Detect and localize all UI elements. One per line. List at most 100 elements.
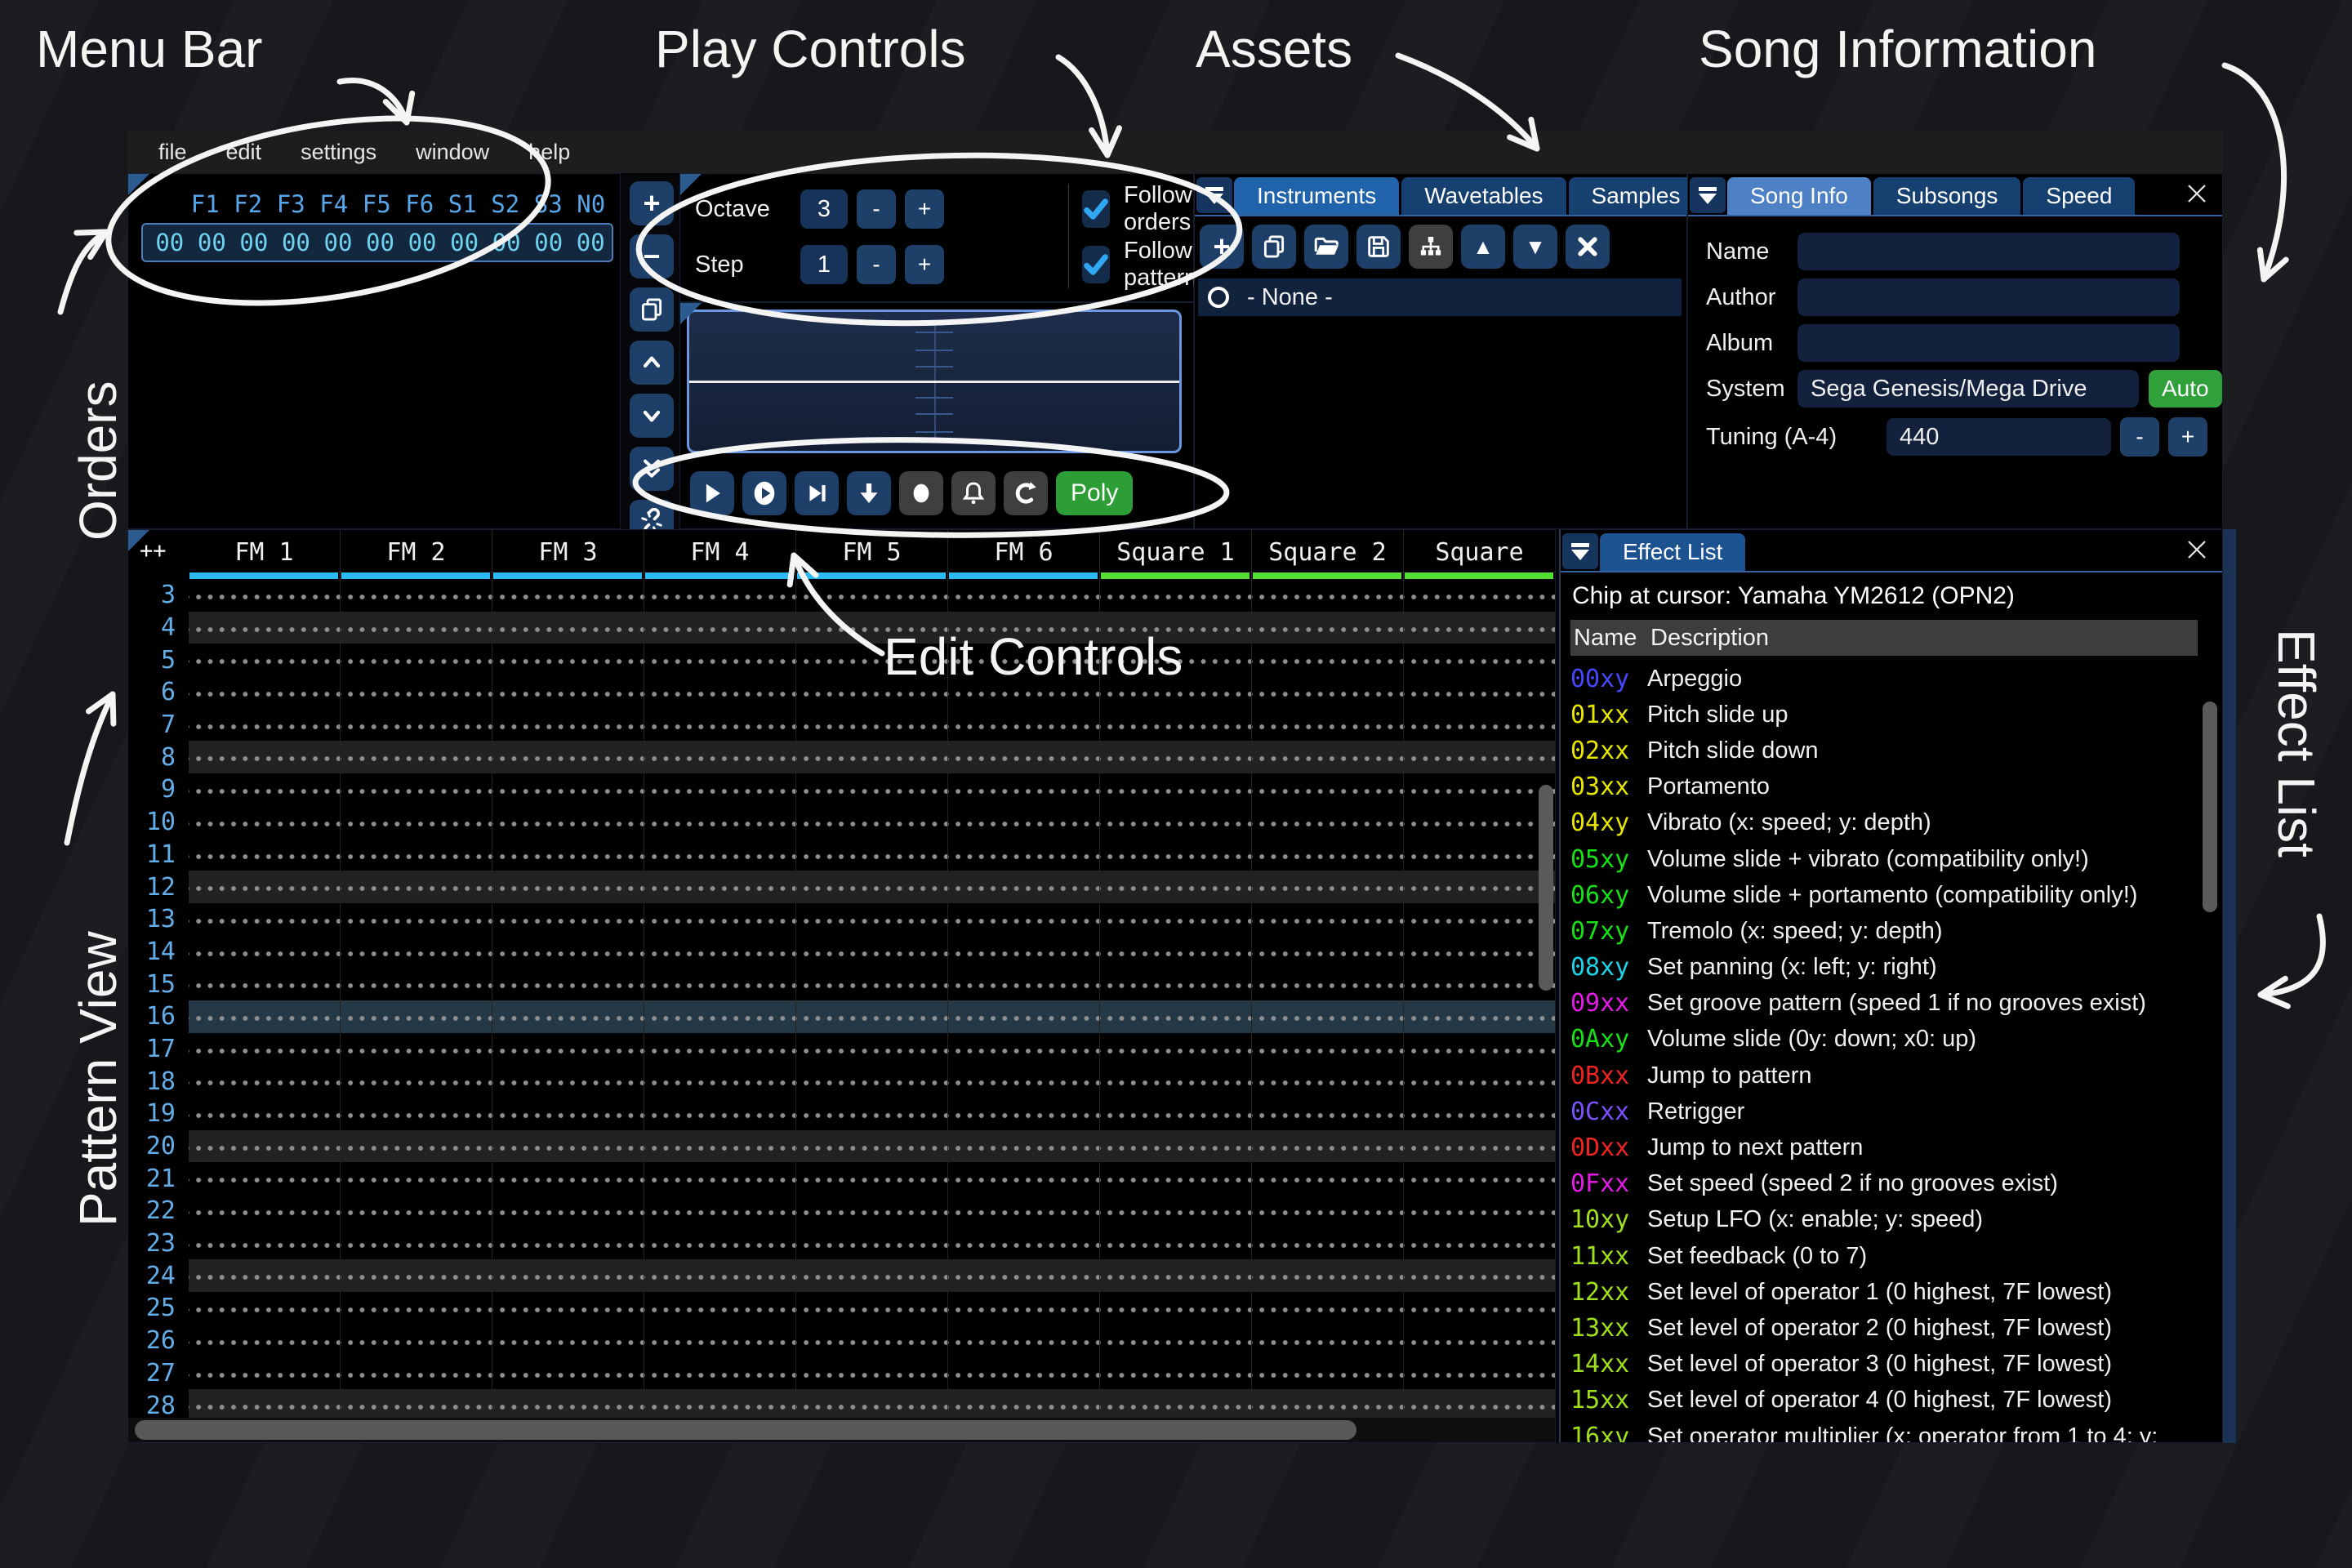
- pattern-cell[interactable]: [1252, 1033, 1404, 1066]
- pattern-cell[interactable]: [1100, 1389, 1252, 1422]
- pattern-cell[interactable]: [1100, 1227, 1252, 1260]
- pattern-cell[interactable]: [644, 644, 796, 676]
- pattern-cell[interactable]: [492, 709, 644, 742]
- pattern-cell[interactable]: [1100, 1130, 1252, 1163]
- pattern-cell[interactable]: [189, 936, 341, 969]
- pattern-cell[interactable]: [1100, 871, 1252, 903]
- pattern-cell[interactable]: [1404, 936, 1556, 969]
- pattern-cell[interactable]: [1252, 1357, 1404, 1390]
- pattern-cell[interactable]: [948, 1162, 1100, 1195]
- pattern-cell[interactable]: [492, 1162, 644, 1195]
- pattern-cell[interactable]: [948, 1195, 1100, 1227]
- octave-value[interactable]: 3: [800, 189, 848, 229]
- pattern-cell[interactable]: [796, 1130, 948, 1163]
- pattern-cell[interactable]: [1252, 644, 1404, 676]
- order-value[interactable]: 00: [275, 229, 318, 256]
- pattern-cell[interactable]: [189, 1033, 341, 1066]
- pattern-cell[interactable]: [1252, 936, 1404, 969]
- pattern-cell[interactable]: [644, 1259, 796, 1292]
- orders-row-selected[interactable]: 0000000000000000000000: [141, 223, 613, 262]
- tab-subsongs[interactable]: Subsongs: [1873, 177, 2021, 215]
- pattern-cell[interactable]: [948, 1259, 1100, 1292]
- tab-speed[interactable]: Speed: [2023, 177, 2135, 215]
- tuning-increment-button[interactable]: +: [2168, 417, 2207, 457]
- pattern-cell[interactable]: [948, 1130, 1100, 1163]
- pattern-cell[interactable]: [189, 1000, 341, 1033]
- channel-header-square[interactable]: Square: [1404, 530, 1556, 579]
- menu-item-edit[interactable]: edit: [207, 131, 282, 173]
- pattern-cell[interactable]: [1404, 1259, 1556, 1292]
- pattern-cell[interactable]: [796, 1162, 948, 1195]
- record-button[interactable]: [899, 471, 943, 515]
- pattern-cell[interactable]: [1252, 1325, 1404, 1357]
- pattern-cell[interactable]: [1100, 1325, 1252, 1357]
- pattern-cell[interactable]: [341, 1357, 492, 1390]
- tuning-decrement-button[interactable]: -: [2120, 417, 2159, 457]
- pattern-cell[interactable]: [189, 968, 341, 1000]
- pattern-cell[interactable]: [1252, 709, 1404, 742]
- pattern-cell[interactable]: [1252, 579, 1404, 612]
- pattern-cell[interactable]: [341, 709, 492, 742]
- pattern-cell[interactable]: [1252, 1389, 1404, 1422]
- pattern-cell[interactable]: [644, 1033, 796, 1066]
- pattern-cell[interactable]: [189, 644, 341, 676]
- pattern-cell[interactable]: [1252, 839, 1404, 871]
- pattern-cell[interactable]: [341, 1325, 492, 1357]
- window-menu-button[interactable]: [1562, 533, 1598, 569]
- pattern-cell[interactable]: [341, 676, 492, 709]
- pattern-cell[interactable]: [341, 644, 492, 676]
- pattern-horizontal-scrollbar[interactable]: [128, 1418, 1555, 1442]
- pattern-cell[interactable]: [492, 1357, 644, 1390]
- pattern-cell[interactable]: [796, 773, 948, 806]
- pattern-cell[interactable]: [492, 773, 644, 806]
- pattern-cell[interactable]: [948, 1389, 1100, 1422]
- pattern-cell[interactable]: [1404, 579, 1556, 612]
- pattern-cell[interactable]: [189, 806, 341, 839]
- pattern-cell[interactable]: [644, 676, 796, 709]
- pattern-cell[interactable]: [1252, 1292, 1404, 1325]
- pattern-cell[interactable]: [341, 741, 492, 773]
- pattern-cell[interactable]: [948, 612, 1100, 644]
- pattern-cell[interactable]: [796, 1227, 948, 1260]
- octave-decrement-button[interactable]: -: [857, 189, 896, 229]
- instrument-list-item-none[interactable]: - None -: [1198, 278, 1682, 316]
- pattern-cell[interactable]: [492, 1033, 644, 1066]
- play-button[interactable]: [690, 471, 734, 515]
- pattern-cell[interactable]: [948, 936, 1100, 969]
- pattern-cell[interactable]: [1404, 644, 1556, 676]
- order-value[interactable]: 00: [401, 229, 443, 256]
- pattern-cell[interactable]: [1100, 806, 1252, 839]
- pattern-cell[interactable]: [1252, 773, 1404, 806]
- pattern-cell[interactable]: [644, 612, 796, 644]
- metronome-button[interactable]: [951, 471, 996, 515]
- pattern-cell[interactable]: [492, 903, 644, 936]
- follow-orders-checkbox[interactable]: [1082, 190, 1110, 228]
- pattern-cell[interactable]: [1404, 806, 1556, 839]
- instrument-open-button[interactable]: [1304, 225, 1348, 269]
- pattern-cell[interactable]: [1100, 612, 1252, 644]
- order-value[interactable]: 00: [317, 229, 359, 256]
- channel-header-square-2[interactable]: Square 2: [1252, 530, 1404, 579]
- step-increment-button[interactable]: +: [905, 245, 944, 284]
- repeat-pattern-button[interactable]: [1004, 471, 1048, 515]
- pattern-cell[interactable]: [644, 1195, 796, 1227]
- channel-header-fm-3[interactable]: FM 3: [492, 530, 644, 579]
- pattern-cell[interactable]: [1252, 1259, 1404, 1292]
- pattern-cell[interactable]: [948, 871, 1100, 903]
- pattern-cell[interactable]: [1252, 1195, 1404, 1227]
- pattern-cell[interactable]: [1404, 1227, 1556, 1260]
- pattern-cell[interactable]: [1100, 1259, 1252, 1292]
- pattern-cell[interactable]: [644, 579, 796, 612]
- pattern-cell[interactable]: [1100, 903, 1252, 936]
- close-panel-button[interactable]: [2185, 181, 2209, 210]
- pattern-cell[interactable]: [1100, 1065, 1252, 1098]
- pattern-cell[interactable]: [189, 579, 341, 612]
- pattern-cell[interactable]: [1404, 676, 1556, 709]
- pattern-cell[interactable]: [189, 741, 341, 773]
- pattern-cell[interactable]: [644, 806, 796, 839]
- tab-instruments[interactable]: Instruments: [1234, 177, 1399, 215]
- pattern-cell[interactable]: [492, 1195, 644, 1227]
- step-value[interactable]: 1: [800, 245, 848, 284]
- order-value[interactable]: 00: [528, 229, 570, 256]
- order-value[interactable]: 00: [191, 229, 234, 256]
